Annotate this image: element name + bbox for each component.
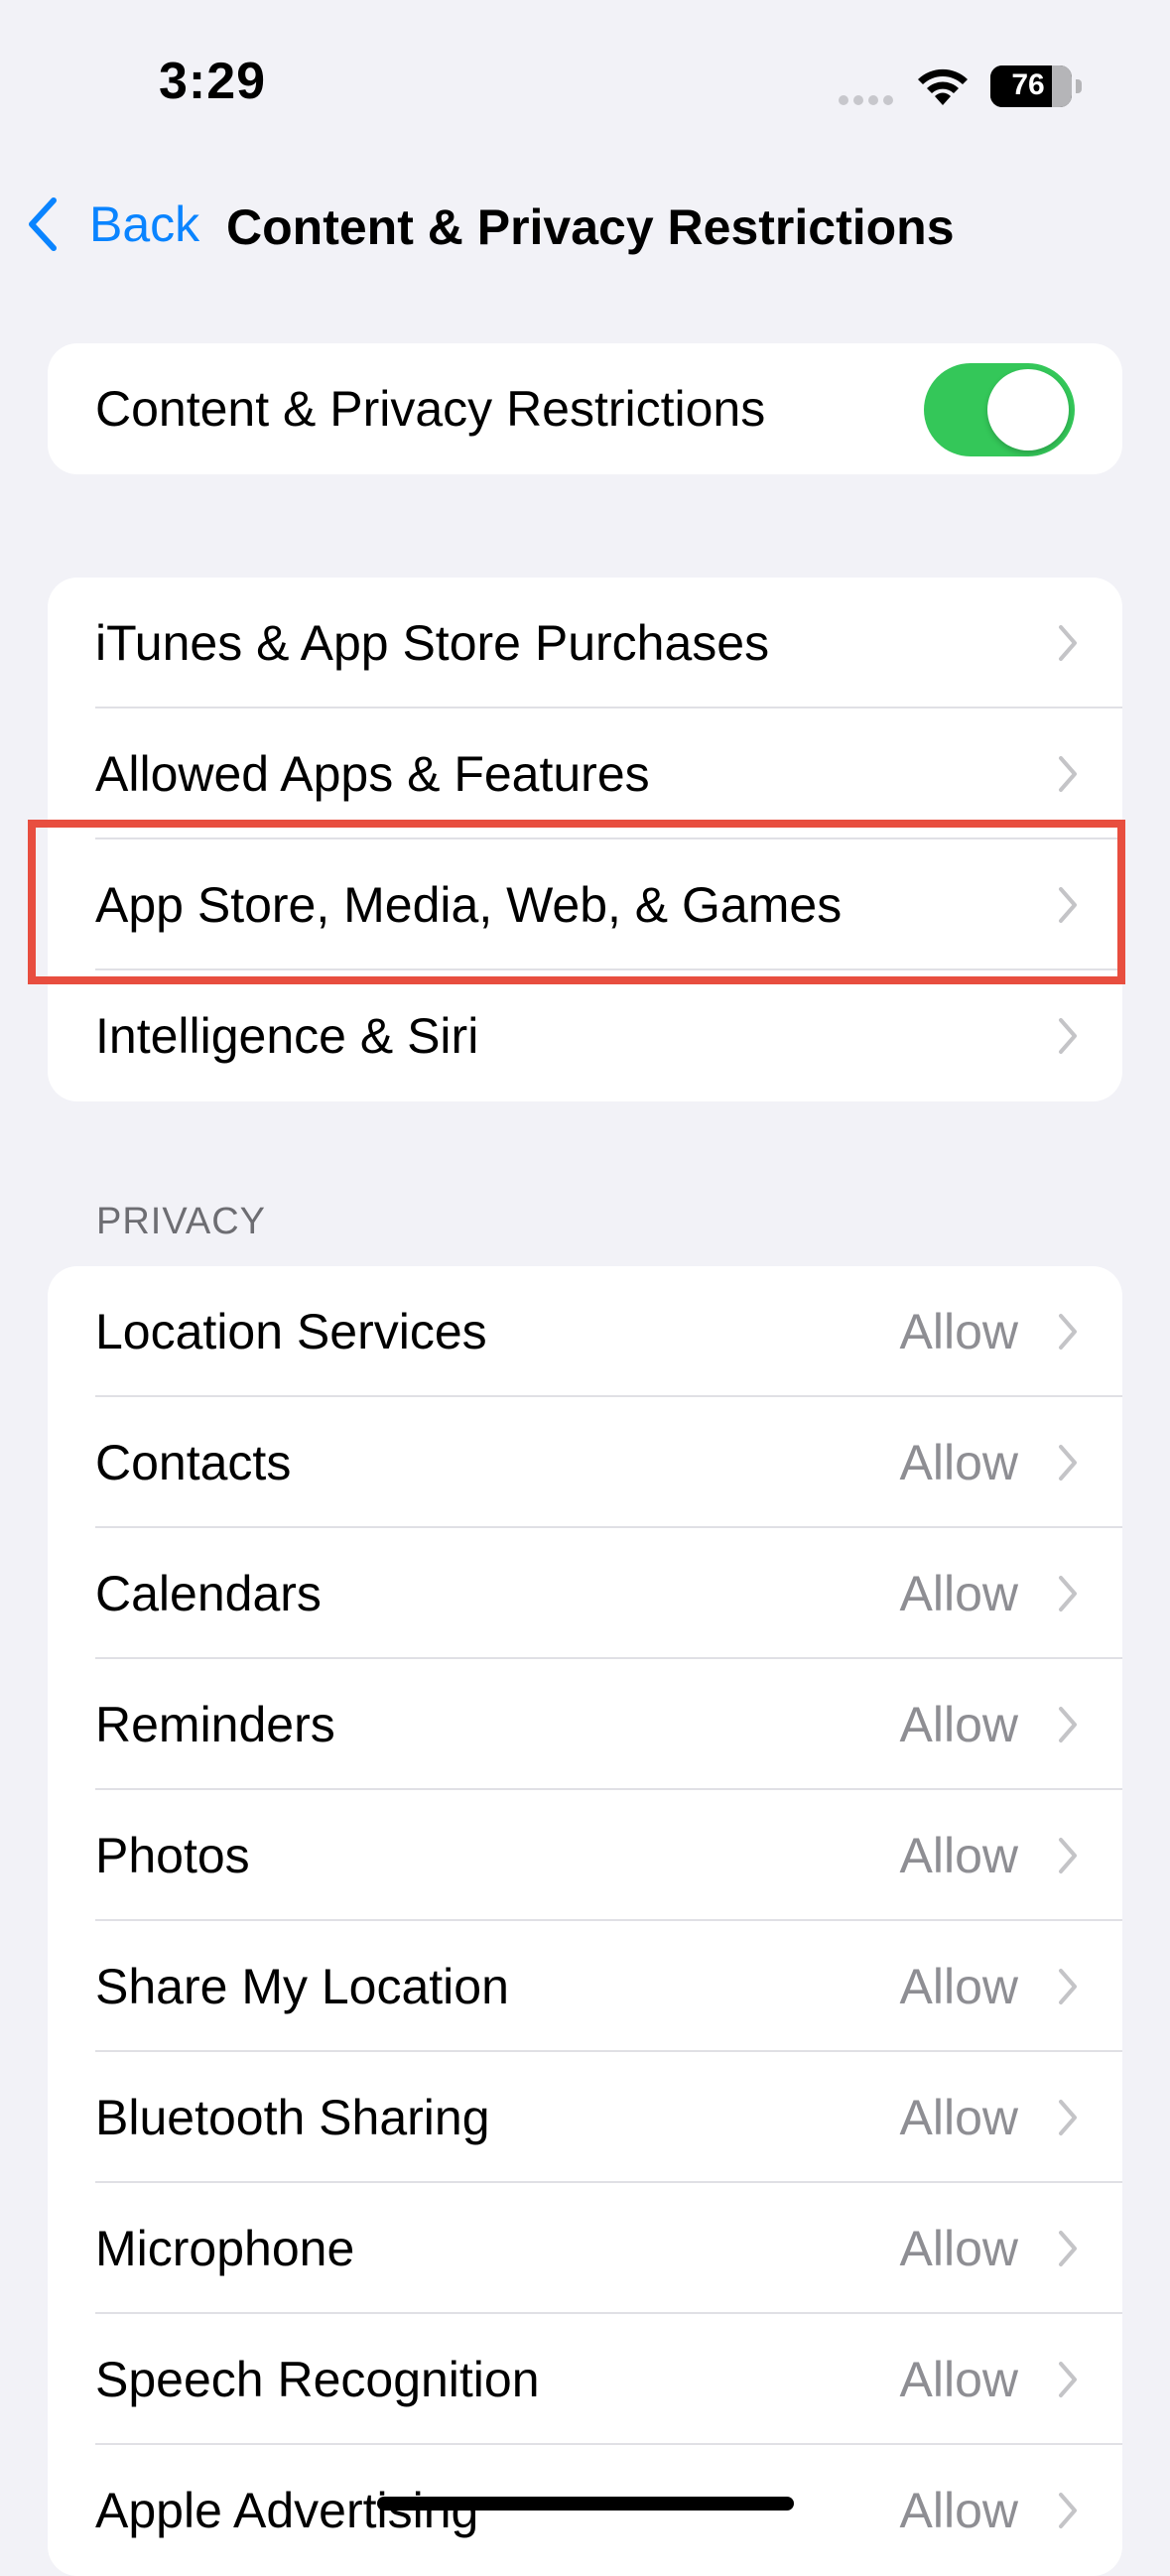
battery-level: 76 (1011, 68, 1045, 101)
settings-item-intelligence-siri[interactable]: Intelligence & Siri (48, 970, 1122, 1101)
chevron-right-icon (1059, 1445, 1077, 1481)
privacy-item-label: Bluetooth Sharing (95, 2090, 490, 2145)
master-toggle-label: Content & Privacy Restrictions (95, 381, 766, 437)
settings-item-label: iTunes & App Store Purchases (95, 615, 770, 671)
chevron-right-icon (1059, 1838, 1077, 1873)
highlight-box (28, 820, 1125, 984)
wifi-icon (918, 68, 968, 105)
privacy-item-calendars[interactable]: Calendars Allow (48, 1528, 1122, 1659)
privacy-item-value: Allow (899, 1435, 1018, 1490)
privacy-item-location-services[interactable]: Location Services Allow (48, 1266, 1122, 1397)
privacy-item-value: Allow (899, 1828, 1018, 1883)
privacy-item-apple-advertising[interactable]: Apple Advertising Allow (48, 2445, 1122, 2576)
privacy-item-label: Microphone (95, 2221, 355, 2276)
privacy-item-share-my-location[interactable]: Share My Location Allow (48, 1921, 1122, 2052)
back-button[interactable]: Back (24, 194, 199, 254)
chevron-right-icon (1059, 1969, 1077, 2004)
chevron-right-icon (1059, 2493, 1077, 2528)
privacy-item-label: Calendars (95, 1566, 322, 1621)
privacy-item-label: Contacts (95, 1435, 292, 1490)
chevron-right-icon (1059, 2100, 1077, 2135)
status-bar: 3:29 76 (0, 0, 1170, 169)
privacy-item-value: Allow (899, 1566, 1018, 1621)
privacy-item-label: Photos (95, 1828, 250, 1883)
privacy-item-label: Speech Recognition (95, 2352, 540, 2407)
privacy-item-speech-recognition[interactable]: Speech Recognition Allow (48, 2314, 1122, 2445)
privacy-group: Location Services Allow Contacts Allow C… (48, 1266, 1122, 2576)
privacy-item-contacts[interactable]: Contacts Allow (48, 1397, 1122, 1528)
chevron-left-icon (29, 197, 57, 251)
chevron-right-icon (1059, 2362, 1077, 2397)
navigation-bar: Back Content & Privacy Restrictions (0, 179, 1170, 268)
chevron-right-icon (1059, 1576, 1077, 1611)
privacy-item-bluetooth-sharing[interactable]: Bluetooth Sharing Allow (48, 2052, 1122, 2183)
privacy-item-value: Allow (899, 2483, 1018, 2538)
master-toggle-row: Content & Privacy Restrictions (48, 343, 1122, 474)
privacy-item-value: Allow (899, 2352, 1018, 2407)
privacy-item-photos[interactable]: Photos Allow (48, 1790, 1122, 1921)
chevron-right-icon (1059, 1018, 1077, 1054)
privacy-item-value: Allow (899, 1697, 1018, 1752)
settings-item-itunes-app-store-purchases[interactable]: iTunes & App Store Purchases (48, 578, 1122, 708)
battery-icon: 76 (990, 65, 1082, 107)
page-title: Content & Privacy Restrictions (226, 199, 955, 255)
chevron-right-icon (1059, 1707, 1077, 1742)
privacy-item-value: Allow (899, 2221, 1018, 2276)
settings-item-label: Allowed Apps & Features (95, 746, 650, 802)
privacy-item-label: Location Services (95, 1304, 487, 1359)
chevron-right-icon (1059, 1314, 1077, 1350)
chevron-right-icon (1059, 756, 1077, 792)
privacy-item-value: Allow (899, 1959, 1018, 2014)
privacy-item-microphone[interactable]: Microphone Allow (48, 2183, 1122, 2314)
cellular-signal-icon (839, 95, 898, 107)
chevron-right-icon (1059, 625, 1077, 661)
privacy-item-label: Apple Advertising (95, 2483, 479, 2538)
home-indicator[interactable] (377, 2497, 794, 2511)
privacy-item-label: Reminders (95, 1697, 335, 1752)
privacy-section-header: PRIVACY (96, 1201, 267, 1242)
privacy-item-reminders[interactable]: Reminders Allow (48, 1659, 1122, 1790)
back-label: Back (89, 196, 200, 252)
content-privacy-toggle[interactable] (924, 363, 1075, 456)
privacy-item-value: Allow (899, 1304, 1018, 1359)
settings-item-label: Intelligence & Siri (95, 1008, 479, 1064)
privacy-item-label: Share My Location (95, 1959, 509, 2014)
status-time: 3:29 (159, 53, 267, 110)
chevron-right-icon (1059, 2231, 1077, 2266)
master-toggle-card: Content & Privacy Restrictions (48, 343, 1122, 474)
privacy-item-value: Allow (899, 2090, 1018, 2145)
